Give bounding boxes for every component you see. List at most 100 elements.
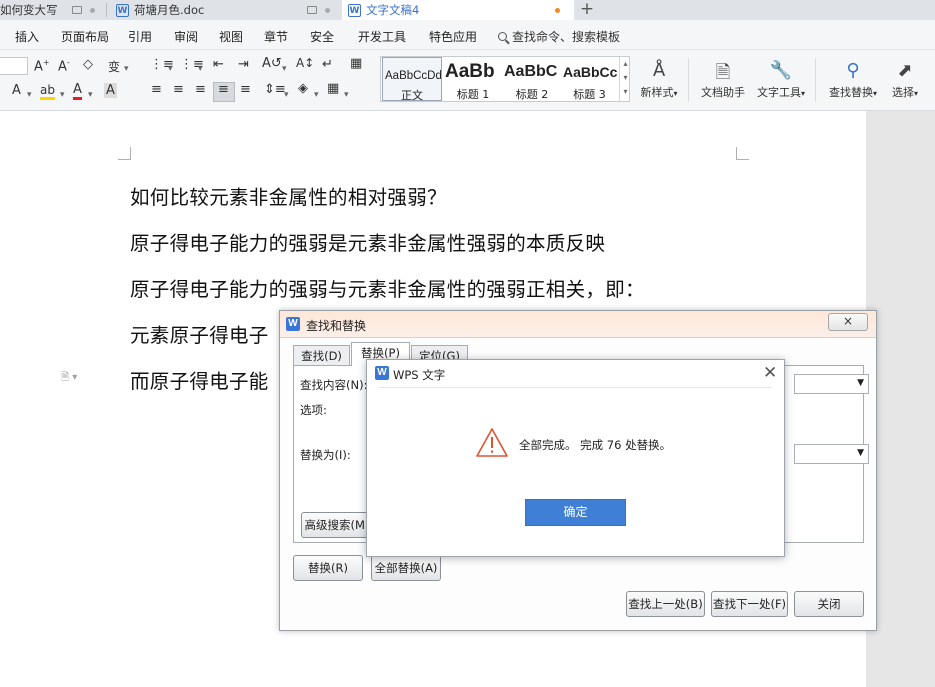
clear-format-icon[interactable]: ◇ [83,57,93,72]
decrease-indent-icon[interactable]: ⇤ [213,57,224,72]
tab-find[interactable]: 查找(D) [293,345,350,365]
menu-chapter[interactable]: 章节 [264,28,288,45]
find-replace-button[interactable]: ⚲ 查找替换▾ [824,60,882,100]
borders-icon[interactable]: ▦ [327,81,339,96]
chevron-down-icon[interactable]: ▾ [284,90,289,100]
table-grid-icon[interactable]: ▦ [350,56,362,71]
menu-references[interactable]: 引用 [128,28,152,45]
justify-icon[interactable]: ≡ [218,82,229,97]
close-dialog-button[interactable]: 关闭 [794,591,864,617]
tab-label: 文字文稿4 [366,3,420,17]
wrench-icon: 🔧 [769,60,793,81]
grow-font-icon[interactable]: A+ [34,58,50,74]
text-direction-icon[interactable]: A↺ [262,56,282,71]
paragraph[interactable]: 原子得电子能力的强弱是元素非金属性强弱的本质反映 [130,227,605,256]
chevron-down-icon[interactable]: ▾ [282,64,287,74]
menu-review[interactable]: 审阅 [174,28,198,45]
find-next-button[interactable]: 查找下一处(F) [711,591,788,617]
menu-view[interactable]: 视图 [219,28,243,45]
chevron-down-icon[interactable]: ▼ [857,378,864,388]
ribbon: A+ A- ◇ 变 ▾ A ▾ ab ▾ A ▾ A ⋮≡ ▾ ⋮≡ ▾ ⇤ ⇥… [0,50,935,111]
text-tools-button[interactable]: 🔧 文字工具▾ [752,60,810,100]
wps-logo-icon: W [375,366,389,380]
menu-developer[interactable]: 开发工具 [358,28,406,45]
style-heading-2[interactable]: AaBbC 标题 2 [502,57,562,101]
gallery-scroll[interactable]: ▴ ▾ ▾ [619,57,631,101]
alert-divider [379,387,772,388]
align-right-icon[interactable]: ≡ [195,82,206,97]
new-style-button[interactable]: Å 新样式▾ [636,60,682,100]
replace-all-button[interactable]: 全部替换(A) [371,555,441,581]
chevron-down-icon[interactable]: ▾ [27,90,32,100]
distribute-icon[interactable]: ≡ [240,82,251,97]
command-search-placeholder: 查找命令、搜索模板 [512,30,621,44]
select-button[interactable]: ⬈ 选择▾ [885,60,925,100]
chevron-down-icon[interactable]: ▾ [314,90,319,100]
monitor-icon [307,6,317,14]
text-tools-label: 文字工具 [756,86,801,99]
tab-doc-3[interactable]: W 文字文稿4 [342,0,574,20]
sort-icon[interactable]: A↕ [296,56,314,70]
style-name: 正文 [401,89,423,102]
find-what-label: 查找内容(N): [300,378,368,392]
chevron-down-icon[interactable]: ▾ [168,64,173,74]
dialog-title: 查找和替换 [306,319,367,333]
ok-button[interactable]: 确定 [525,499,626,526]
menu-insert[interactable]: 插入 [15,28,39,45]
command-search[interactable]: 查找命令、搜索模板 [498,28,620,45]
shading-fill-icon[interactable]: ◈ [298,81,308,96]
phonetic-icon[interactable]: 变 [108,58,120,75]
new-tab-button[interactable]: + [574,0,600,20]
find-what-input[interactable]: ▼ [794,374,869,394]
show-marks-icon[interactable]: ↵ [322,57,333,72]
highlight-icon[interactable]: ab [40,83,55,100]
menu-special[interactable]: 特色应用 [429,28,477,45]
increase-indent-icon[interactable]: ⇥ [238,57,249,72]
advanced-search-button[interactable]: 高级搜索(M) [301,512,373,538]
tab-label: 如何变大写 [0,3,58,17]
line-spacing-icon[interactable]: ⇕≡ [264,82,286,97]
style-name: 标题 3 [573,88,606,101]
chevron-down-icon[interactable]: ▼ [857,448,864,458]
close-icon[interactable]: ✕ [763,363,777,383]
tab-doc-1[interactable]: 如何变大写 [0,0,100,20]
find-replace-label: 查找替换 [828,86,873,99]
dialog-titlebar[interactable]: W 查找和替换 × [280,311,876,338]
style-heading-1[interactable]: AaBb 标题 1 [443,57,503,101]
chevron-down-icon[interactable]: ▾ [60,90,65,100]
doc-assistant-button[interactable]: 🗎 文档助手 [697,60,749,100]
paragraph[interactable]: 如何比较元素非金属性的相对强弱？ [130,181,447,210]
margin-corner [118,147,131,160]
font-size-box[interactable] [0,57,28,75]
menu-page-layout[interactable]: 页面布局 [61,28,109,45]
style-heading-3[interactable]: AaBbCc 标题 3 [561,57,618,101]
chevron-down-icon[interactable]: ▾ [124,64,129,74]
text-effect-icon[interactable]: A [12,83,21,98]
style-sample: AaBb [445,61,495,82]
paragraph[interactable]: 而原子得电子能 [130,365,269,394]
style-sample: AaBbCc [563,64,618,80]
dot-icon [325,7,330,13]
chevron-down-icon[interactable]: ▾ [344,90,349,100]
font-color-icon[interactable]: A [73,82,82,100]
close-button[interactable]: × [828,313,868,331]
style-name: 标题 1 [456,88,490,101]
char-shading-icon[interactable]: A [104,83,117,98]
replace-with-input[interactable]: ▼ [794,444,869,464]
paragraph-handle-icon[interactable]: 🗎 ▾ [61,370,77,387]
paragraph[interactable]: 元素原子得电子 [130,319,269,348]
align-left-icon[interactable]: ≡ [151,82,162,97]
align-center-icon[interactable]: ≡ [173,82,184,97]
cursor-icon: ⬈ [897,60,913,81]
find-previous-button[interactable]: 查找上一处(B) [626,591,705,617]
wps-logo-icon: W [286,317,300,331]
tab-doc-2[interactable]: W 荷塘月色.doc [116,0,336,20]
paragraph[interactable]: 原子得电子能力的强弱与元素非金属性的强弱正相关，即： [130,273,645,302]
chevron-down-icon[interactable]: ▾ [88,90,93,100]
menu-security[interactable]: 安全 [310,28,334,45]
style-normal[interactable]: AaBbCcDd 正文 [382,57,442,102]
shrink-font-icon[interactable]: A- [58,58,70,74]
chevron-down-icon[interactable]: ▾ [198,64,203,74]
dot-icon [89,7,95,13]
replace-button[interactable]: 替换(R) [293,555,363,581]
